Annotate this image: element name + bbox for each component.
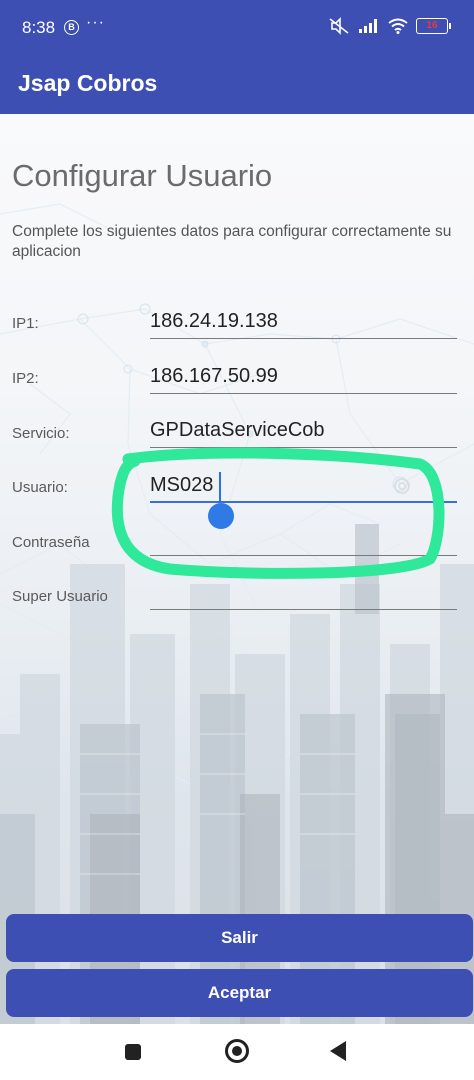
status-icons: 16 [328, 17, 451, 35]
ip1-label: IP1: [12, 315, 39, 332]
aceptar-button[interactable]: Aceptar [6, 969, 473, 1017]
back-icon[interactable] [330, 1041, 346, 1061]
recents-icon[interactable] [125, 1044, 141, 1060]
navigation-bar [0, 1024, 474, 1080]
ip2-input[interactable] [150, 360, 457, 394]
signal-icon [359, 19, 377, 33]
ip1-input[interactable] [150, 305, 457, 339]
page-title: Configurar Usuario [12, 158, 273, 193]
contrasena-input[interactable] [150, 522, 457, 556]
usuario-label: Usuario: [12, 479, 68, 496]
battery-icon: 16 [416, 18, 451, 34]
app-title: Jsap Cobros [18, 70, 158, 96]
wifi-icon [388, 18, 408, 34]
contrasena-label: Contraseña [12, 534, 90, 551]
page-subtitle: Complete los siguientes datos para confi… [12, 223, 452, 260]
status-bar: 8:38 B ··· 16 [0, 0, 474, 58]
home-icon[interactable] [225, 1039, 249, 1063]
config-form: Configurar Usuario Complete los siguient… [0, 114, 474, 1024]
mute-icon [329, 17, 349, 35]
super-usuario-label: Super Usuario [12, 588, 108, 605]
servicio-label: Servicio: [12, 425, 70, 442]
salir-button[interactable]: Salir [6, 914, 473, 962]
servicio-input[interactable] [150, 414, 457, 448]
clear-field-icon[interactable] [393, 477, 411, 495]
super-usuario-input[interactable] [150, 576, 457, 610]
more-notifications-icon: ··· [86, 14, 105, 31]
ip2-label: IP2: [12, 370, 39, 387]
b-badge-icon: B [64, 20, 79, 35]
text-cursor [219, 472, 221, 502]
app-bar: Jsap Cobros [0, 58, 474, 114]
status-time: 8:38 [22, 18, 56, 37]
